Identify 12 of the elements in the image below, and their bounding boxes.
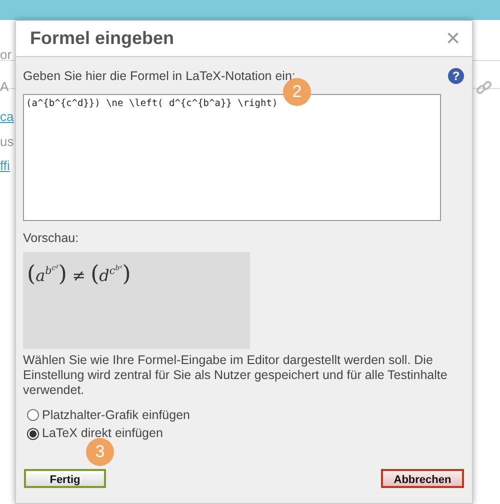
radio-button[interactable] <box>27 428 39 440</box>
option-label[interactable]: Platzhalter-Grafik einfügen <box>42 406 190 424</box>
preview-label: Vorschau: <box>23 230 80 247</box>
page-text: or <box>0 46 12 64</box>
cancel-button[interactable]: Abbrechen <box>381 469 464 488</box>
radio-button[interactable] <box>27 408 39 421</box>
help-button[interactable]: ? <box>448 68 464 84</box>
done-button[interactable]: Fertig <box>24 469 106 488</box>
description-text: Wählen Sie wie Ihre Formel-Eingabe im Editor dargestellt werden soll. Die Einstellung wird zentral für Sie als Nutzer gespeichert und für alle Testinhalte verwendet. <box>23 352 448 398</box>
dialog-title: Formel eingeben <box>30 28 174 50</box>
page-text: us <box>0 133 14 151</box>
page-text: A <box>0 78 9 96</box>
